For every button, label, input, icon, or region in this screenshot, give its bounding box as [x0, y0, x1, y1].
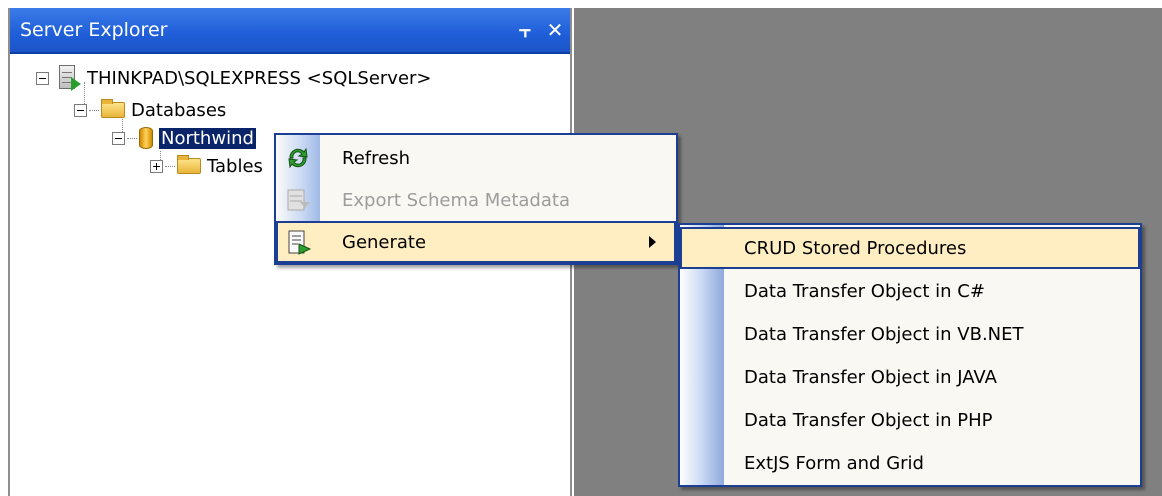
menu-item-export-schema: Export Schema Metadata — [276, 179, 676, 221]
menu-item-label: Data Transfer Object in JAVA — [744, 366, 997, 388]
tree-node-label: Northwind — [158, 126, 257, 150]
panel-title: Server Explorer — [20, 19, 168, 41]
collapse-toggle[interactable] — [74, 103, 87, 117]
tree-node-northwind[interactable]: Northwind — [112, 124, 257, 152]
database-icon — [139, 127, 153, 149]
menu-item-label: Export Schema Metadata — [342, 189, 570, 211]
tree-node-tables[interactable]: Tables — [150, 152, 263, 180]
menu-item-generate[interactable]: Generate — [276, 221, 676, 263]
menu-item-refresh[interactable]: Refresh — [276, 137, 676, 179]
tree-node-databases[interactable]: Databases — [74, 96, 226, 124]
submenu-item-extjs[interactable]: ExtJS Form and Grid — [680, 442, 1140, 484]
menu-item-label: CRUD Stored Procedures — [744, 237, 967, 259]
menu-item-label: Generate — [342, 231, 427, 253]
menu-item-label: Data Transfer Object in C# — [744, 280, 985, 302]
submenu-item-dto-php[interactable]: Data Transfer Object in PHP — [680, 399, 1140, 441]
server-tree: THINKPAD\SQLEXPRESS <SQLServer> Database… — [10, 54, 570, 496]
folder-icon — [177, 155, 201, 174]
submenu-item-dto-vbnet[interactable]: Data Transfer Object in VB.NET — [680, 313, 1140, 355]
refresh-icon — [288, 147, 308, 169]
panel-titlebar: Server Explorer ⫟ ✕ — [10, 8, 570, 54]
folder-icon — [101, 99, 125, 118]
context-menu: Refresh Export Schema Metadata Generate — [274, 133, 678, 265]
server-icon — [59, 65, 81, 91]
submenu-arrow-icon — [649, 236, 656, 248]
menu-item-label: Data Transfer Object in VB.NET — [744, 323, 1024, 345]
pin-icon[interactable]: ⫟ — [510, 18, 540, 42]
generate-submenu: CRUD Stored Procedures Data Transfer Obj… — [678, 223, 1142, 487]
collapse-toggle[interactable] — [112, 131, 125, 145]
close-icon[interactable]: ✕ — [540, 18, 570, 42]
submenu-item-dto-java[interactable]: Data Transfer Object in JAVA — [680, 356, 1140, 398]
menu-item-label: Refresh — [342, 147, 410, 169]
menu-item-label: ExtJS Form and Grid — [744, 452, 924, 474]
export-schema-icon — [287, 189, 310, 211]
menu-item-label: Data Transfer Object in PHP — [744, 409, 993, 431]
generate-icon — [288, 230, 312, 255]
tree-node-label: Tables — [207, 155, 263, 177]
expand-toggle[interactable] — [150, 159, 163, 173]
submenu-item-dto-csharp[interactable]: Data Transfer Object in C# — [680, 270, 1140, 312]
tree-node-label: Databases — [131, 99, 227, 121]
submenu-item-crud[interactable]: CRUD Stored Procedures — [680, 227, 1140, 269]
tree-node-label: THINKPAD\SQLEXPRESS <SQLServer> — [87, 67, 432, 89]
tree-node-server[interactable]: THINKPAD\SQLEXPRESS <SQLServer> — [36, 64, 432, 92]
collapse-toggle[interactable] — [36, 71, 49, 85]
